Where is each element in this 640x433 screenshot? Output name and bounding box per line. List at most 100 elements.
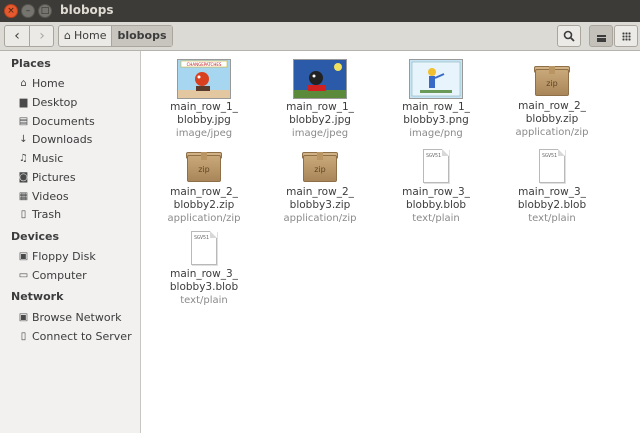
breadcrumb-current[interactable]: blobops (112, 26, 172, 46)
window-title: blobops (60, 3, 114, 17)
sidebar-item-label: Music (32, 152, 64, 165)
file-name: main_row_2_ blobby.zip (518, 100, 586, 125)
home-icon: ⌂ (64, 29, 71, 42)
sidebar-heading-places: Places (11, 57, 51, 70)
file-type: text/plain (412, 213, 460, 224)
minimize-window-button[interactable]: – (21, 4, 35, 18)
file-name: main_row_3_ blobby3.blob (169, 268, 239, 293)
file-item[interactable]: main_row_1_ blobby3.png image/png (378, 59, 494, 140)
file-type: application/zip (167, 213, 241, 224)
text-file-icon: SGV51 (539, 149, 565, 183)
file-item[interactable]: SGV51 main_row_3_ blobby.blob text/plain (378, 149, 494, 225)
text-file-icon: SGV51 (191, 231, 217, 265)
sidebar-item-label: Computer (32, 269, 87, 282)
file-item[interactable]: CHANGEPATCHES main_row_1_ blobby.jpg imag… (146, 59, 262, 140)
breadcrumb-current-label: blobops (117, 29, 167, 42)
sidebar-item-browse-network[interactable]: ▣ Browse Network (17, 310, 122, 326)
sidebar-item-connect-to-server[interactable]: ▯ Connect to Server (17, 329, 132, 345)
file-item[interactable]: SGV51 main_row_3_ blobby2.blob text/plain (494, 149, 610, 225)
file-type: image/jpeg (175, 128, 233, 139)
text-file-icon: SGV51 (423, 149, 449, 183)
list-icon (596, 35, 606, 42)
sidebar-item-trash[interactable]: ▯ Trash (17, 207, 61, 223)
sidebar-item-label: Connect to Server (32, 330, 132, 343)
search-button[interactable] (557, 25, 581, 47)
pictures-icon: ◙ (18, 172, 29, 183)
forward-button[interactable]: › (30, 26, 54, 46)
title-bar: × – □ blobops (0, 0, 640, 22)
file-type: application/zip (515, 127, 589, 138)
zip-archive-icon: zip (302, 149, 338, 183)
sidebar-item-label: Browse Network (32, 311, 122, 324)
sidebar-item-documents[interactable]: ▤ Documents (17, 114, 95, 130)
image-thumbnail (409, 59, 463, 99)
game-screenshot-icon: CHANGEPATCHES (178, 60, 230, 98)
desktop-icon: ▆ (19, 97, 28, 108)
file-name: main_row_3_ blobby.blob (402, 186, 470, 211)
sidebar-heading-devices: Devices (11, 230, 60, 243)
sidebar-item-label: Trash (32, 208, 62, 221)
back-button[interactable]: ‹ (5, 26, 30, 46)
music-icon: ♫ (19, 153, 28, 164)
breadcrumb-home-label: Home (73, 29, 107, 42)
file-name: main_row_2_ blobby3.zip (286, 186, 354, 211)
zip-archive-icon: zip (186, 149, 222, 183)
sidebar-item-downloads[interactable]: ↓ Downloads (17, 132, 92, 148)
trash-icon: ▯ (20, 209, 27, 220)
game-screenshot-icon (410, 60, 462, 98)
file-type: text/plain (180, 295, 228, 306)
sidebar-item-label: Home (32, 77, 65, 90)
grid-icon (621, 32, 631, 41)
downloads-icon: ↓ (19, 134, 28, 145)
file-name: main_row_1_ blobby.jpg (170, 101, 238, 126)
computer-icon: ▭ (18, 270, 29, 281)
list-view-button[interactable] (589, 25, 613, 47)
home-icon: ⌂ (20, 78, 27, 89)
file-item[interactable]: zip main_row_2_ blobby3.zip application/z… (262, 149, 378, 225)
sidebar: Places ⌂ Home ▆ Desktop ▤ Documents ↓ Do… (0, 51, 141, 433)
toolbar: ‹ › ⌂ Home blobops (0, 22, 640, 51)
sidebar-heading-network: Network (11, 290, 64, 303)
sidebar-item-videos[interactable]: ▦ Videos (17, 189, 69, 205)
sidebar-item-label: Videos (32, 190, 69, 203)
image-thumbnail (293, 59, 347, 99)
file-item[interactable]: SGV51 main_row_3_ blobby3.blob text/plain (146, 231, 262, 307)
chevron-left-icon: ‹ (14, 28, 20, 44)
navigation-group: ‹ › (4, 25, 54, 47)
sidebar-item-label: Documents (32, 115, 95, 128)
image-thumbnail: CHANGEPATCHES (177, 59, 231, 99)
file-type: image/png (409, 128, 463, 139)
breadcrumb: ⌂ Home blobops (58, 25, 173, 47)
server-icon: ▯ (20, 331, 27, 342)
chevron-right-icon: › (39, 28, 45, 44)
documents-icon: ▤ (18, 116, 29, 127)
sidebar-item-pictures[interactable]: ◙ Pictures (17, 170, 76, 186)
sidebar-item-desktop[interactable]: ▆ Desktop (17, 95, 78, 111)
thumbnail-caption: CHANGEPATCHES (187, 62, 222, 67)
game-screenshot-icon (294, 60, 346, 98)
file-type: image/jpeg (291, 128, 349, 139)
sidebar-item-floppy-disk[interactable]: ▣ Floppy Disk (17, 249, 96, 265)
sidebar-item-label: Pictures (32, 171, 76, 184)
file-item[interactable]: zip main_row_2_ blobby.zip application/zi… (494, 63, 610, 139)
sidebar-item-label: Floppy Disk (32, 250, 96, 263)
file-view: CHANGEPATCHES main_row_1_ blobby.jpg imag… (142, 51, 640, 433)
file-name: main_row_1_ blobby3.png (402, 101, 470, 126)
file-item[interactable]: zip main_row_2_ blobby2.zip application/z… (146, 149, 262, 225)
file-item[interactable]: main_row_1_ blobby2.jpg image/jpeg (262, 59, 378, 140)
file-name: main_row_2_ blobby2.zip (170, 186, 238, 211)
breadcrumb-home[interactable]: ⌂ Home (59, 26, 113, 46)
file-name: main_row_3_ blobby2.blob (517, 186, 587, 211)
network-icon: ▣ (18, 312, 29, 323)
zip-archive-icon: zip (534, 63, 570, 97)
file-type: application/zip (283, 213, 357, 224)
floppy-icon: ▣ (18, 251, 29, 262)
sidebar-item-home[interactable]: ⌂ Home (17, 76, 64, 92)
grid-view-button[interactable] (614, 25, 638, 47)
sidebar-item-label: Desktop (32, 96, 78, 109)
file-manager-window: × – □ blobops ‹ › ⌂ Home blobops Places … (0, 0, 640, 433)
sidebar-item-computer[interactable]: ▭ Computer (17, 268, 87, 284)
maximize-window-button[interactable]: □ (38, 4, 52, 18)
sidebar-item-music[interactable]: ♫ Music (17, 151, 63, 167)
close-window-button[interactable]: × (4, 4, 18, 18)
